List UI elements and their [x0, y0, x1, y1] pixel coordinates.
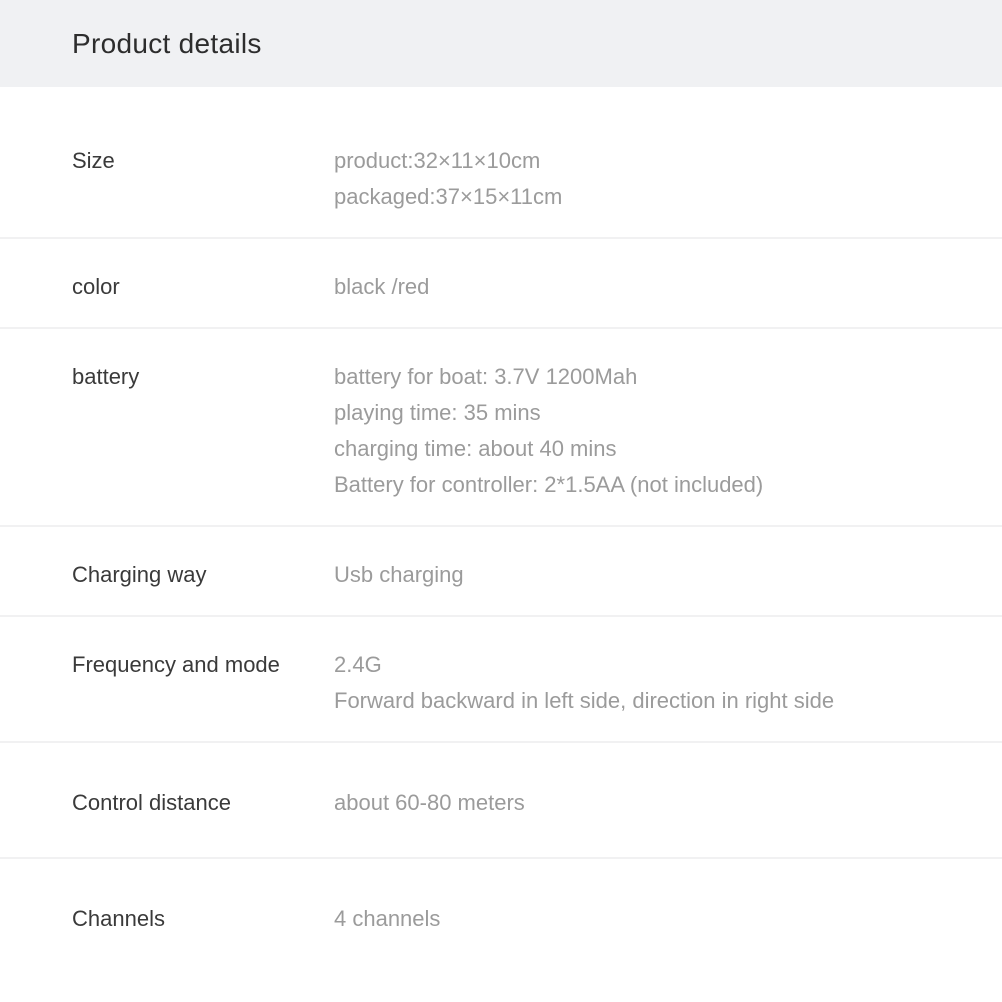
spec-label: Channels — [72, 901, 334, 937]
spec-label: Control distance — [72, 785, 334, 821]
spec-value-line: about 60-80 meters — [334, 785, 962, 821]
spec-row: Size product:32×11×10cmpackaged:37×15×11… — [0, 113, 1002, 239]
spec-values: Usb charging — [334, 557, 962, 593]
spec-value-line: Battery for controller: 2*1.5AA (not inc… — [334, 467, 962, 503]
spec-values: 2.4GForward backward in left side, direc… — [334, 647, 962, 719]
spec-table: Size product:32×11×10cmpackaged:37×15×11… — [0, 87, 1002, 959]
spec-value-line: charging time: about 40 mins — [334, 431, 962, 467]
spec-row: color black /red — [0, 239, 1002, 329]
spec-value-line: 4 channels — [334, 901, 962, 937]
spec-value-line: playing time: 35 mins — [334, 395, 962, 431]
spec-values: 4 channels — [334, 901, 962, 937]
spec-row: Control distance about 60-80 meters — [0, 743, 1002, 859]
spec-label: battery — [72, 359, 334, 395]
spec-values: product:32×11×10cmpackaged:37×15×11cm — [334, 143, 962, 215]
page-title: Product details — [72, 28, 262, 60]
spec-row: Channels 4 channels — [0, 859, 1002, 959]
product-details-page: Product details Size product:32×11×10cmp… — [0, 0, 1002, 1002]
spec-label: Frequency and mode — [72, 647, 334, 683]
spec-value-line: battery for boat: 3.7V 1200Mah — [334, 359, 962, 395]
spec-value-line: 2.4G — [334, 647, 962, 683]
spec-row: battery battery for boat: 3.7V 1200Mahpl… — [0, 329, 1002, 527]
spec-label: Size — [72, 143, 334, 179]
spec-row: Charging way Usb charging — [0, 527, 1002, 617]
spec-value-line: Forward backward in left side, direction… — [334, 683, 962, 719]
spec-values: about 60-80 meters — [334, 785, 962, 821]
spec-values: black /red — [334, 269, 962, 305]
spec-value-line: Usb charging — [334, 557, 962, 593]
spec-value-line: packaged:37×15×11cm — [334, 179, 962, 215]
spec-value-line: black /red — [334, 269, 962, 305]
spec-value-line: product:32×11×10cm — [334, 143, 962, 179]
spec-label: color — [72, 269, 334, 305]
page-header: Product details — [0, 0, 1002, 87]
spec-label: Charging way — [72, 557, 334, 593]
spec-values: battery for boat: 3.7V 1200Mahplaying ti… — [334, 359, 962, 503]
spec-row: Frequency and mode 2.4GForward backward … — [0, 617, 1002, 743]
